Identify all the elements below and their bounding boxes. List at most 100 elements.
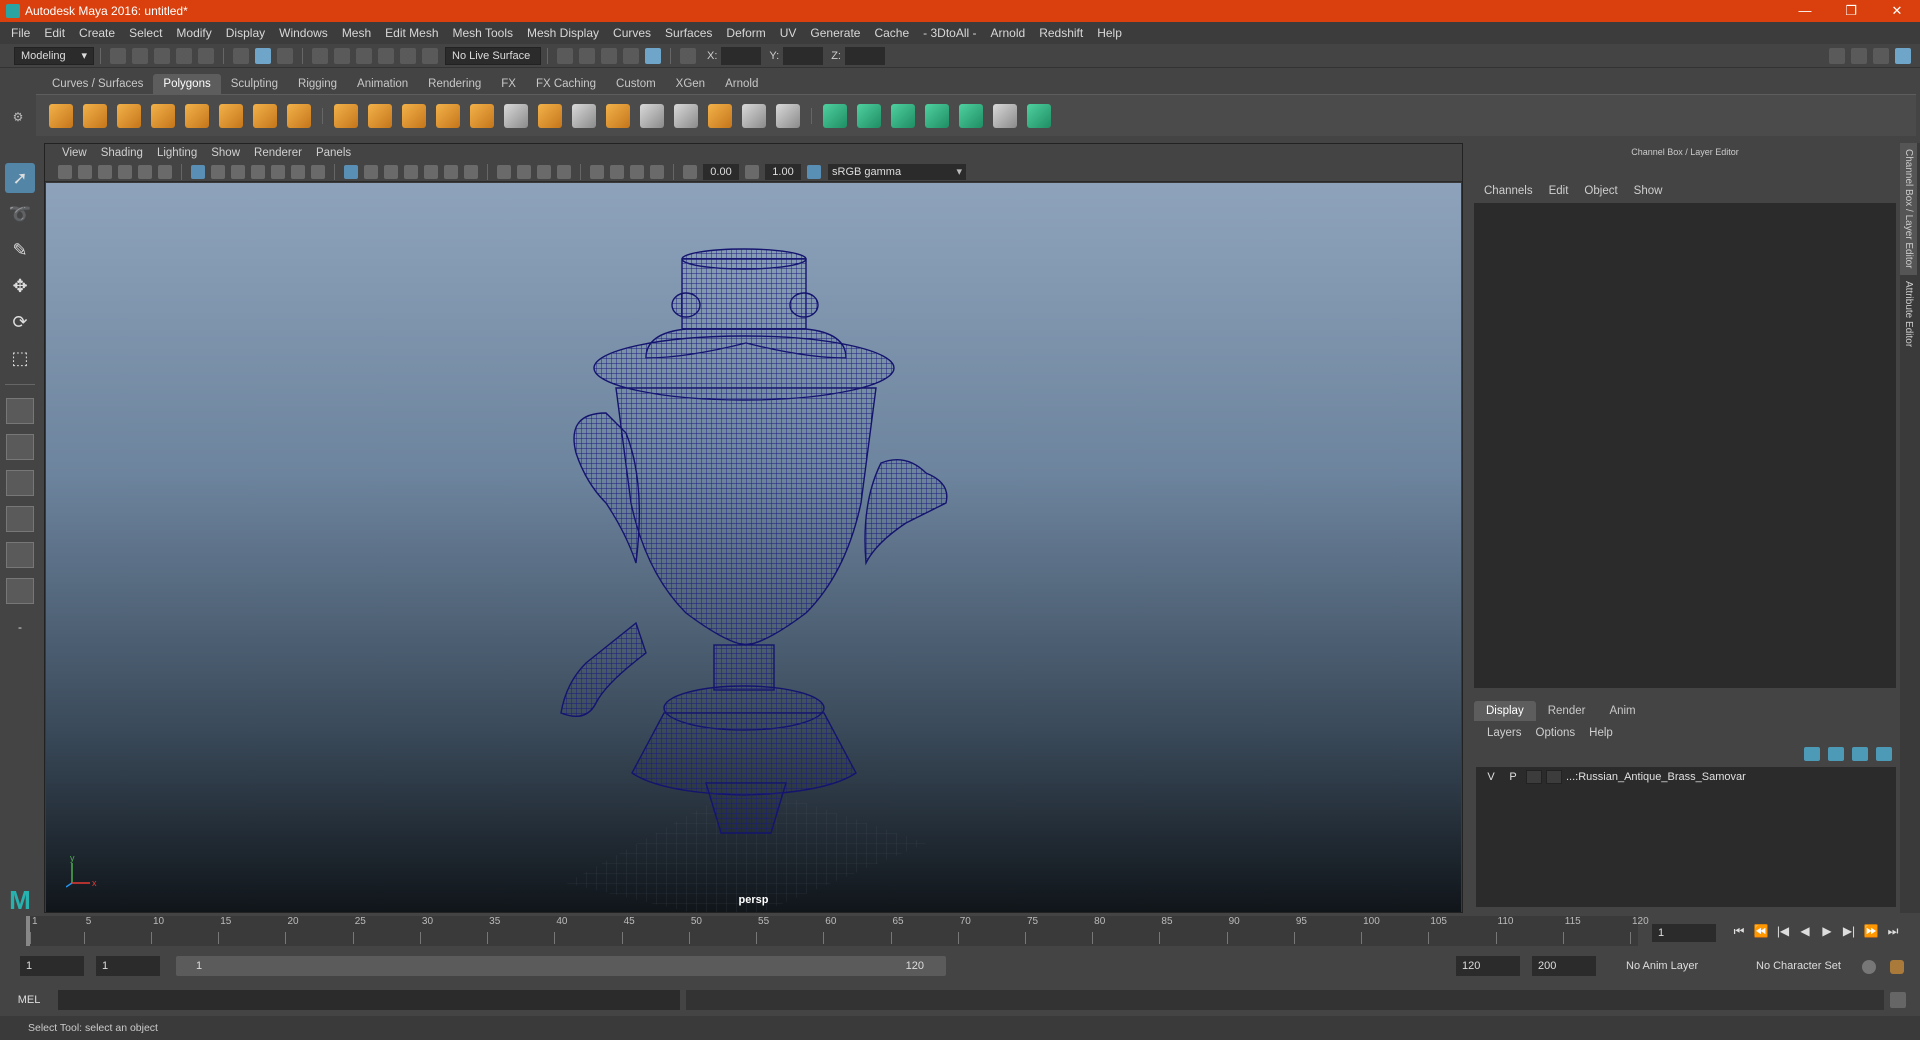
uv-editor-icon[interactable] <box>993 103 1017 128</box>
channel-box-menu-item[interactable]: Object <box>1576 185 1625 197</box>
redo-icon[interactable] <box>198 47 214 64</box>
bevel-icon[interactable] <box>606 103 630 128</box>
gamma-field[interactable]: 1.00 <box>765 163 801 180</box>
open-scene-icon[interactable] <box>132 47 148 64</box>
render-settings-icon[interactable] <box>557 47 573 64</box>
time-ruler[interactable]: 1 5 10 15 20 25 30 35 40 45 50 55 60 65 70 75 80 85 90 95 10… <box>26 916 1649 946</box>
playback-range-bar[interactable]: 1 120 <box>176 956 946 976</box>
playback-end-field[interactable]: 120 <box>1456 956 1520 976</box>
menuset-dropdown[interactable]: Modeling ▾ <box>14 46 94 65</box>
menu-item[interactable]: Windows <box>272 26 335 40</box>
menu-item[interactable]: Deform <box>719 26 772 40</box>
poly-cone-icon[interactable] <box>151 103 175 128</box>
new-layer-selected-icon[interactable] <box>1876 747 1892 761</box>
new-empty-layer-icon[interactable] <box>1852 747 1868 761</box>
play-forwards-icon[interactable]: ▶ <box>1816 924 1838 939</box>
snap-surface-icon[interactable] <box>400 47 416 64</box>
poly-cylinder-icon[interactable] <box>117 103 141 128</box>
gamma-icon[interactable] <box>745 164 759 179</box>
new-scene-icon[interactable] <box>110 47 126 64</box>
bookmarks-icon[interactable] <box>98 164 112 179</box>
menu-item[interactable]: Surfaces <box>658 26 719 40</box>
screen-space-ao-icon[interactable] <box>497 164 511 179</box>
layer-visibility-toggle[interactable]: V <box>1482 769 1500 785</box>
menu-item[interactable]: Create <box>72 26 122 40</box>
step-back-frame-icon[interactable]: |◀ <box>1772 924 1794 939</box>
use-all-lights-icon[interactable] <box>444 164 458 179</box>
smooth-shade-icon[interactable] <box>364 164 378 179</box>
menu-item[interactable]: Mesh Display <box>520 26 606 40</box>
render-current-icon[interactable] <box>601 47 617 64</box>
animation-end-field[interactable]: 200 <box>1532 956 1596 976</box>
auto-key-icon[interactable] <box>1862 960 1876 974</box>
mirror-icon[interactable] <box>470 103 494 128</box>
layer-playback-toggle[interactable]: P <box>1504 769 1522 785</box>
menu-item[interactable]: Help <box>1090 26 1129 40</box>
shadows-icon[interactable] <box>464 164 478 179</box>
planar-mapping-icon[interactable] <box>823 103 847 128</box>
transform-mode-icon[interactable] <box>680 47 696 64</box>
poly-torus-icon[interactable] <box>219 103 243 128</box>
grease-pencil-icon[interactable] <box>158 164 172 179</box>
render-view-icon[interactable] <box>579 47 595 64</box>
xray-icon[interactable] <box>610 164 624 179</box>
shelf-tab[interactable]: FX <box>491 74 526 94</box>
panel-menu-item[interactable]: View <box>55 147 94 159</box>
layer-editor-menu-item[interactable]: Help <box>1582 727 1620 739</box>
image-plane-icon[interactable] <box>118 164 132 179</box>
panel-menu-item[interactable]: Shading <box>94 147 150 159</box>
paint-select-tool-icon[interactable]: ✎ <box>5 235 35 265</box>
side-by-side-layout-icon[interactable] <box>6 470 34 496</box>
shelf-tab[interactable]: XGen <box>666 74 715 94</box>
color-management-icon[interactable] <box>807 164 821 179</box>
isolate-select-icon[interactable] <box>590 164 604 179</box>
select-tool-icon[interactable]: ➚ <box>5 163 35 193</box>
panel-menu-item[interactable]: Renderer <box>247 147 309 159</box>
textured-icon[interactable] <box>424 164 438 179</box>
step-forward-frame-icon[interactable]: ▶| <box>1838 924 1860 939</box>
four-pane-layout-icon[interactable] <box>6 434 34 460</box>
save-scene-icon[interactable] <box>154 47 170 64</box>
close-button[interactable]: ✕ <box>1874 3 1920 19</box>
move-tool-icon[interactable]: ✥ <box>5 271 35 301</box>
exposure-field[interactable]: 0.00 <box>703 163 739 180</box>
current-frame-field[interactable]: 1 <box>1652 924 1716 942</box>
anti-aliasing-icon[interactable] <box>537 164 551 179</box>
shelf-tab[interactable]: FX Caching <box>526 74 606 94</box>
menu-item[interactable]: Select <box>122 26 169 40</box>
target-weld-icon[interactable] <box>742 103 766 128</box>
insert-edge-loop-icon[interactable] <box>674 103 698 128</box>
layer-editor-tab[interactable]: Anim <box>1597 701 1647 721</box>
layer-display-type[interactable] <box>1526 770 1542 784</box>
persp-viewport[interactable]: y x persp <box>46 183 1461 912</box>
restore-button[interactable]: ❐ <box>1828 3 1874 19</box>
tool-settings-toggle-icon[interactable] <box>1873 47 1889 64</box>
bridge-icon[interactable] <box>572 103 596 128</box>
menu-item[interactable]: File <box>4 26 37 40</box>
shelf-tab[interactable]: Animation <box>347 74 418 94</box>
grid-toggle-icon[interactable] <box>191 164 205 179</box>
xray-components-icon[interactable] <box>650 164 664 179</box>
two-d-pan-zoom-icon[interactable] <box>138 164 152 179</box>
extrude-icon[interactable] <box>538 103 562 128</box>
snap-view-plane-icon[interactable] <box>378 47 394 64</box>
scale-tool-icon[interactable]: ⬚ <box>5 343 35 373</box>
lasso-tool-icon[interactable]: ➰ <box>5 199 35 229</box>
snap-grid-icon[interactable] <box>312 47 328 64</box>
anim-preferences-icon[interactable] <box>1890 960 1904 974</box>
menu-item[interactable]: Redshift <box>1032 26 1090 40</box>
panel-menu-item[interactable]: Panels <box>309 147 358 159</box>
menu-item[interactable]: UV <box>773 26 804 40</box>
live-surface-field[interactable]: No Live Surface <box>445 46 541 65</box>
channel-box-menu-item[interactable]: Edit <box>1541 185 1577 197</box>
layer-color-swatch[interactable] <box>1546 770 1562 784</box>
separate-icon[interactable] <box>368 103 392 128</box>
camera-attributes-icon[interactable] <box>78 164 92 179</box>
play-backwards-icon[interactable]: ◀ <box>1794 924 1816 939</box>
channel-box-menu-item[interactable]: Channels <box>1476 185 1541 197</box>
layer-name[interactable]: ...:Russian_Antique_Brass_Samovar <box>1566 771 1746 783</box>
menu-item[interactable]: Mesh <box>335 26 378 40</box>
shelf-tab[interactable]: Rigging <box>288 74 347 94</box>
attribute-editor-side-tab[interactable]: Attribute Editor <box>1900 275 1917 353</box>
layer-editor-tab[interactable]: Display <box>1474 701 1536 721</box>
